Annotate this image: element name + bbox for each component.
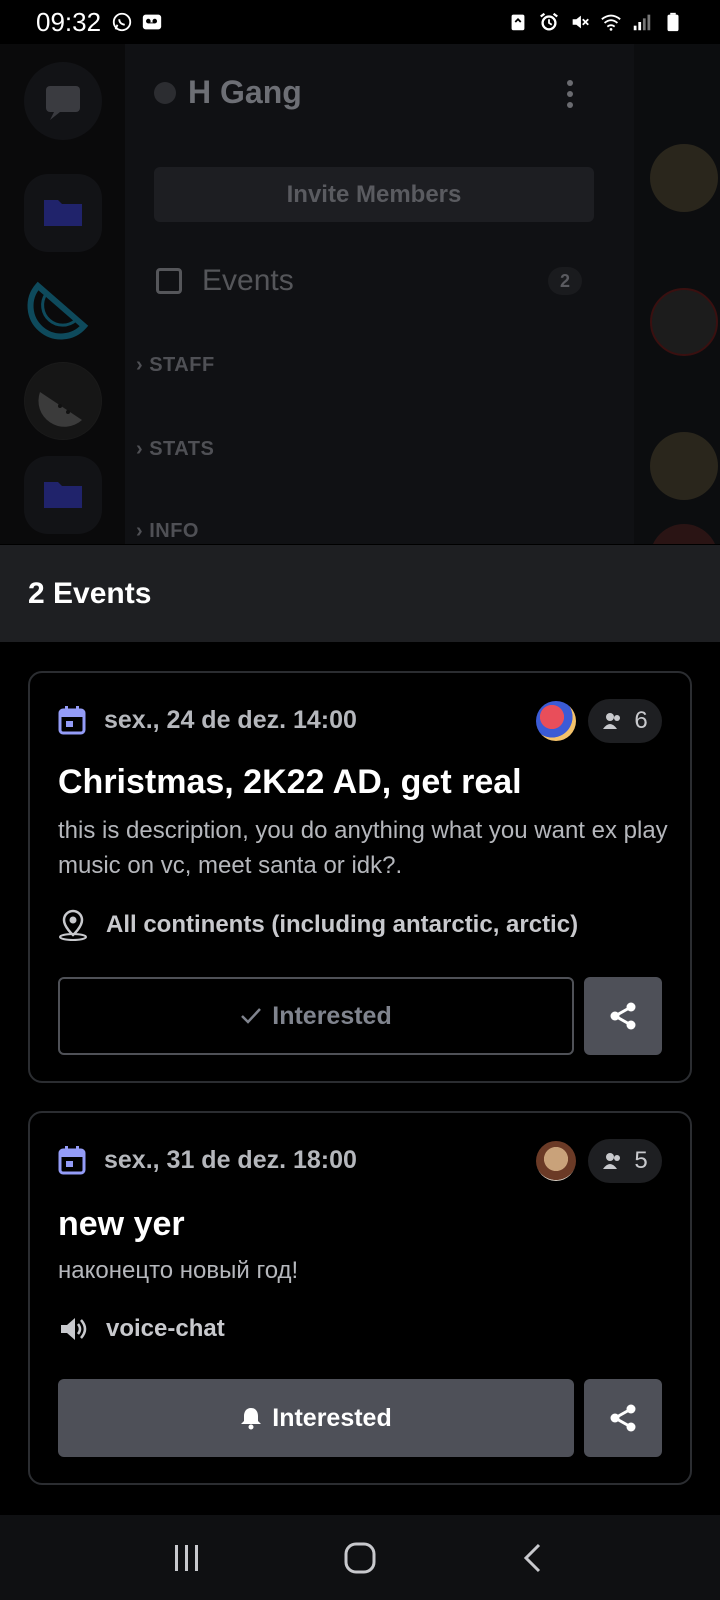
voicemail-icon	[142, 14, 162, 30]
creator-avatar[interactable]	[536, 1141, 576, 1181]
interested-count[interactable]: 5	[588, 1139, 662, 1183]
event-title: new yer	[58, 1205, 185, 1243]
battery-icon	[667, 12, 679, 32]
status-bar: 09:32	[0, 0, 720, 44]
back-icon	[524, 1543, 541, 1572]
events-sheet: 2 Events sex., 24 de dez. 14:00 6 Christ…	[0, 545, 720, 1515]
event-date: sex., 31 de dez. 18:00	[104, 1145, 357, 1174]
category-label: STATS	[149, 438, 215, 460]
people-icon	[603, 1153, 621, 1169]
category-stats[interactable]: › STATS	[136, 438, 214, 461]
server-folder-1[interactable]	[24, 174, 102, 252]
event-card[interactable]: sex., 24 de dez. 14:00 6 Christmas, 2K22…	[28, 671, 692, 1083]
calendar-icon	[156, 268, 182, 294]
interested-count-value: 5	[634, 1147, 648, 1174]
background-app: H Gang Invite Members Events 2 › STAFF ›…	[0, 44, 720, 544]
signal-icon	[633, 14, 651, 31]
interested-count[interactable]: 6	[588, 699, 662, 743]
interested-count-value: 6	[634, 707, 648, 734]
server-watermelon[interactable]	[24, 266, 102, 344]
event-location-row: voice-chat	[58, 1315, 225, 1343]
events-count-badge: 2	[548, 267, 582, 295]
event-date-row: sex., 31 de dez. 18:00	[58, 1145, 357, 1175]
mute-icon	[572, 15, 589, 29]
folder-icon	[44, 482, 82, 508]
calendar-icon	[58, 1146, 86, 1175]
status-time: 09:32	[36, 6, 102, 37]
category-staff[interactable]: › STAFF	[136, 354, 215, 377]
event-location: All continents (including antarctic, arc…	[106, 911, 579, 938]
event-description: this is description, you do anything wha…	[58, 817, 668, 879]
share-icon	[610, 1002, 636, 1030]
chat-icon	[46, 86, 80, 120]
folder-icon	[44, 200, 82, 226]
recycle-icon	[511, 14, 525, 31]
share-button[interactable]	[584, 977, 662, 1055]
share-button[interactable]	[584, 1379, 662, 1457]
invite-members-button[interactable]: Invite Members	[154, 167, 594, 222]
event-date-row: sex., 24 de dez. 14:00	[58, 705, 357, 735]
event-title: Christmas, 2K22 AD, get real	[58, 763, 522, 801]
home-icon	[344, 1542, 376, 1573]
wifi-icon	[601, 14, 621, 31]
whatsapp-icon	[112, 12, 132, 32]
server-badge-icon	[154, 82, 176, 104]
category-label: INFO	[149, 520, 199, 542]
event-location-row: All continents (including antarctic, arc…	[58, 909, 578, 941]
events-channel-label: Events	[202, 264, 294, 297]
event-date: sex., 24 de dez. 14:00	[104, 705, 357, 734]
recent-apps-icon	[174, 1544, 198, 1571]
direct-messages-button[interactable]	[24, 62, 102, 140]
alarm-icon	[540, 12, 558, 31]
watermelon-icon	[27, 281, 89, 340]
event-description: наконецто новый год!	[58, 1257, 299, 1284]
creator-avatar[interactable]	[536, 701, 576, 741]
watermelon-slice-icon	[25, 363, 101, 439]
share-icon	[610, 1404, 636, 1432]
member-avatar[interactable]	[650, 432, 718, 500]
recent-apps-button[interactable]	[157, 1533, 217, 1583]
speaker-icon	[61, 1318, 87, 1340]
events-channel[interactable]: Events 2	[156, 256, 596, 306]
people-icon	[603, 713, 621, 729]
category-info[interactable]: › INFO	[136, 520, 199, 543]
interested-button[interactable]: Interested	[58, 1379, 574, 1457]
category-label: STAFF	[149, 354, 215, 376]
interested-label: Interested	[272, 1403, 392, 1432]
member-avatar[interactable]	[650, 144, 718, 212]
back-button[interactable]	[503, 1533, 563, 1583]
sheet-header: 2 Events	[0, 545, 720, 642]
interested-label: Interested	[272, 1001, 392, 1030]
location-pin-icon	[59, 909, 87, 941]
server-folder-2[interactable]	[24, 456, 102, 534]
interested-button[interactable]: Interested	[58, 977, 574, 1055]
event-card[interactable]: sex., 31 de dez. 18:00 5 new yer наконец…	[28, 1111, 692, 1485]
calendar-icon	[58, 706, 86, 735]
sheet-title: 2 Events	[28, 577, 152, 610]
system-nav-bar	[0, 1515, 720, 1600]
check-icon	[241, 1008, 262, 1024]
bell-icon	[241, 1408, 262, 1430]
server-name[interactable]: H Gang	[188, 74, 302, 111]
member-avatar[interactable]	[650, 288, 718, 356]
home-button[interactable]	[330, 1533, 390, 1583]
server-h-gang[interactable]	[24, 362, 102, 440]
event-location: voice-chat	[106, 1315, 225, 1342]
more-options-icon[interactable]	[567, 80, 575, 110]
